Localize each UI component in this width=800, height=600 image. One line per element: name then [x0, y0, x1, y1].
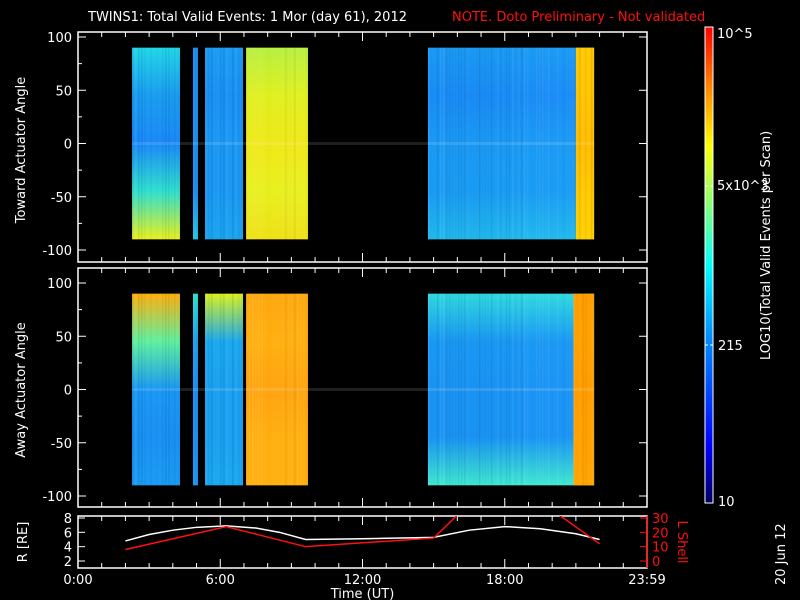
y2-tick-label: 30: [652, 512, 669, 527]
y2-tick-label: 0: [652, 555, 660, 570]
colorbar-tick-max: 10^5: [717, 27, 753, 42]
x-tick-label: 18:00: [486, 573, 523, 588]
twins-plot: TWINS1: Total Valid Events: 1 Mor (day 6…: [14, 10, 789, 600]
y-tick-label: -100: [42, 490, 72, 505]
colorbar-gradient: [704, 26, 714, 504]
y-tick-label: -50: [51, 191, 72, 206]
colorbar-label: LOG10(Total Valid Events per Scan): [759, 131, 774, 360]
x-tick-label: 12:00: [344, 573, 381, 588]
colorbar-tick-10: 10: [718, 495, 735, 510]
y-tick-label: 50: [55, 84, 72, 99]
orbit-panel: 8642 3020100 0:00 6:00 12:00 18:00 23:59 Time (…: [16, 512, 689, 600]
away-panel: 100 50 0 -50 -100 Away Actuator Angle: [14, 267, 648, 508]
y2-tick-label: 20: [652, 526, 669, 541]
y-tick-label: 100: [47, 277, 72, 292]
y-axis-label: R [RE]: [16, 522, 31, 563]
y-axis-label: Toward Actuator Angle: [14, 77, 29, 224]
y-tick-label: 4: [64, 541, 72, 556]
y-tick-label: 6: [64, 526, 72, 541]
y2-axis-label: L Shell: [674, 520, 689, 563]
y-tick-label: -50: [51, 437, 72, 452]
toward-panel: 100 50 0 -50 -100 Toward Actuator Angle: [14, 31, 648, 263]
x-tick-label: 0:00: [63, 573, 92, 588]
x-tick-label: 6:00: [206, 573, 235, 588]
preliminary-note: NOTE. Doto Preliminary - Not validated: [452, 10, 705, 25]
x-tick-label: 23:59: [628, 573, 665, 588]
y-tick-label: 0: [64, 138, 72, 153]
x-axis-label: Time (UT): [330, 587, 395, 600]
y2-tick-label: 10: [652, 541, 669, 556]
y-tick-label: 50: [55, 330, 72, 345]
y-tick-label: -100: [42, 244, 72, 259]
y-axis-label: Away Actuator Angle: [14, 322, 29, 457]
y-tick-label: 8: [64, 512, 72, 527]
side-date: 20 Jun 12: [774, 523, 789, 585]
y-tick-label: 0: [64, 384, 72, 399]
y-tick-label: 100: [47, 31, 72, 46]
colorbar: 10^5 5x10^3 215 10 LOG10(Total Valid Eve…: [704, 26, 774, 510]
y-tick-label: 2: [64, 555, 72, 570]
plot-title: TWINS1: Total Valid Events: 1 Mor (day 6…: [87, 10, 407, 25]
colorbar-tick-215: 215: [718, 339, 743, 354]
